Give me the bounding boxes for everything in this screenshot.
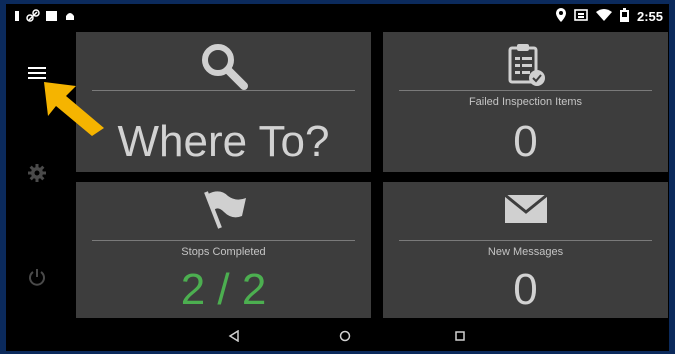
clipboard-check-icon: [383, 42, 668, 88]
recents-button[interactable]: [450, 329, 470, 347]
flag-icon: [76, 188, 371, 232]
cast-icon: [574, 8, 588, 25]
wifi-icon: [595, 9, 612, 24]
recents-icon: [454, 329, 466, 347]
power-button[interactable]: [20, 264, 54, 294]
where-to-label: Where To?: [117, 117, 330, 166]
stops-completed-label: Stops Completed: [181, 246, 266, 258]
failed-inspection-count: 0: [513, 117, 538, 166]
navigation-bar: [6, 325, 669, 351]
battery-icon: [619, 8, 629, 25]
settings-icon: [27, 163, 47, 188]
android-icon: [64, 10, 76, 25]
status-bar: 2:55: [6, 4, 669, 28]
square-icon: [46, 10, 58, 25]
tile-divider: [399, 240, 652, 241]
tile-divider: [92, 240, 355, 241]
new-messages-count: 0: [513, 265, 538, 314]
search-icon: [76, 42, 371, 90]
annotation-arrow: [40, 78, 110, 143]
mail-icon: [383, 194, 668, 224]
side-rail: [6, 28, 74, 318]
location-icon: [555, 8, 566, 25]
home-button[interactable]: [335, 329, 355, 347]
new-messages-tile[interactable]: New Messages 0: [383, 182, 668, 318]
back-icon: [228, 329, 240, 347]
where-to-tile[interactable]: Where To?: [76, 32, 371, 172]
stops-completed-tile[interactable]: Stops Completed 2 / 2: [76, 182, 371, 318]
stops-completed-count: 2 / 2: [180, 265, 267, 314]
back-button[interactable]: [224, 329, 244, 347]
power-icon: [28, 268, 46, 291]
home-icon: [339, 329, 351, 347]
tile-divider: [399, 90, 652, 91]
failed-inspection-label: Failed Inspection Items: [468, 96, 583, 108]
link-icon: [26, 9, 40, 26]
tile-divider: [92, 90, 355, 91]
status-time: 2:55: [636, 9, 663, 24]
new-messages-label: New Messages: [487, 246, 564, 258]
settings-button[interactable]: [20, 160, 54, 190]
failed-inspection-tile[interactable]: Failed Inspection Items 0: [383, 32, 668, 172]
signal-icon: [14, 10, 20, 25]
device-screen: 2:55 Where To? Failed Inspection Items 0…: [6, 4, 669, 351]
